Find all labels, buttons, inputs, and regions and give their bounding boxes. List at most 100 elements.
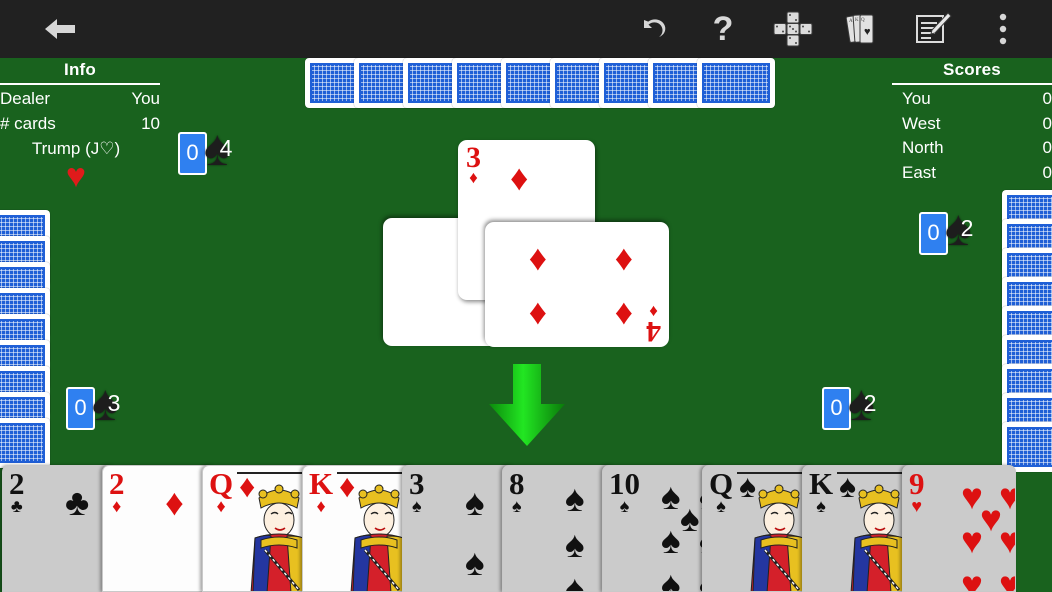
hand-card-corner: 2 ♦ [109, 468, 125, 515]
info-panel: Info Dealer You # cards 10 Trump (J♡) ♥ [0, 60, 160, 195]
hand-card[interactable]: 9♥♥♥♥♥♥♥♥ [902, 465, 1016, 592]
trick-card-east-pip: ♦ [614, 241, 633, 282]
score-you-value: 0 [1042, 89, 1052, 108]
hand-card-corner: 8 ♠ [509, 466, 525, 515]
east-tricks-count: 0 [919, 211, 948, 255]
table-layout-icon [773, 11, 813, 47]
trick-card-east: 4 ♦ ♦ ♦ ♦ ♦ [485, 222, 669, 348]
sort-hand-button[interactable]: ♥ AKQ [830, 0, 896, 58]
hand-card-pip: ♥ [980, 498, 1002, 539]
trick-card-north-corner: 3 ♦ [466, 141, 481, 186]
score-west-value: 0 [1042, 113, 1052, 133]
overflow-menu-button[interactable] [970, 0, 1036, 58]
hand-card-corner: 3 ♠ [409, 468, 425, 515]
hand-card-pip: ♥ [961, 564, 983, 592]
trick-card-west-suit: ♦ [549, 299, 559, 319]
trick-card-east-suit: ♦ [649, 302, 658, 322]
hand-card-pip: ♠ [565, 568, 585, 592]
east-bid-value: 2 [960, 215, 974, 241]
svg-text:Q: Q [861, 18, 865, 23]
west-bid: ♠ 3 [92, 378, 136, 432]
hand-card-rank: 10 [609, 466, 640, 501]
top-toolbar: ? ♥ A K Q [0, 0, 1052, 58]
hand-card-rank: 8 [509, 466, 525, 501]
svg-text:♥: ♥ [864, 26, 871, 38]
hand-card-rank: Q [209, 466, 234, 501]
info-numcards-label: # cards [0, 113, 56, 133]
hand-card-court-suit: ♠ [839, 468, 856, 504]
hand-card[interactable]: 2 ♣ ♣ [2, 465, 116, 592]
badge-east[interactable]: 0 ♠ 2 [919, 203, 989, 257]
trick-card-west-corner: A ♦ [543, 299, 565, 345]
hand-card-corner: K ♠ [809, 466, 834, 515]
hand-card-pip: ♣ [65, 482, 90, 523]
trick-card-north-rank: 3 [466, 141, 481, 174]
info-dealer-value: You [131, 89, 160, 108]
you-bid-value: 2 [863, 390, 877, 416]
score-east-label: East [902, 162, 937, 182]
score-north-label: North [902, 138, 944, 158]
north-bid: ♠ 4 [204, 123, 248, 177]
score-west-label: West [902, 113, 941, 133]
scorepad-button[interactable] [900, 0, 966, 58]
score-row-you: You 0 [892, 87, 1052, 112]
hand-card-court-suit: ♠ [739, 468, 756, 504]
card-back-pattern [1004, 424, 1052, 470]
badge-west[interactable]: 0 ♠ 3 [66, 378, 136, 432]
info-numcards-value: 10 [141, 113, 160, 133]
hand-card[interactable]: Q ♦ ♦ [202, 465, 316, 592]
badge-north[interactable]: 0 ♠ 4 [178, 123, 248, 177]
hand-card-pip: ♠ [661, 520, 681, 561]
score-north-value: 0 [1042, 138, 1052, 158]
undo-button[interactable] [620, 0, 686, 58]
hand-card-rank: 2 [9, 466, 25, 501]
card-back-north [697, 58, 775, 108]
scores-panel: Scores You 0 West 0 North 0 East 0 [892, 60, 1052, 186]
badge-you[interactable]: 0 ♠ 2 [822, 378, 892, 432]
hand-card-corner: 2 ♣ [9, 466, 25, 515]
hand-card-rank: K [309, 466, 334, 501]
card-back-pattern [699, 60, 773, 106]
score-row-east: East 0 [892, 161, 1052, 186]
you-bid: ♠ 2 [848, 378, 892, 432]
help-icon: ? [712, 10, 734, 48]
hand-card[interactable]: K ♠ ♠ [802, 465, 916, 592]
turn-arrow-down-icon [486, 362, 568, 453]
info-row-numcards: # cards 10 [0, 112, 160, 137]
trick-card-east-pip: ♦ [528, 295, 547, 336]
north-bid-value: 4 [219, 135, 233, 161]
trick-card-east-pip: ♦ [614, 295, 633, 336]
score-east-value: 0 [1042, 162, 1052, 182]
hand-card-pip: ♠ [680, 498, 700, 539]
hand-card-pip: ♠ [661, 476, 681, 517]
overflow-menu-icon [999, 13, 1007, 45]
info-dealer-label: Dealer [0, 89, 51, 108]
you-tricks-count: 0 [822, 386, 851, 430]
hand-card-pip: ♠ [465, 542, 485, 583]
hand-card-pip: ♦ [165, 482, 184, 523]
hand-card[interactable]: Q ♠ ♠ [702, 465, 816, 592]
trump-suit-icon: ♥ [65, 156, 87, 195]
hand-card-pip: ♥ [999, 566, 1015, 591]
trick-card-west-rank: A [543, 312, 565, 345]
hand-card-court-suit: ♦ [339, 468, 356, 504]
back-button[interactable] [0, 16, 120, 42]
hand-card-rank: K [809, 466, 834, 501]
hand-card-corner: Q ♠ [709, 468, 733, 515]
hand-card[interactable]: 3 ♠ ♠ ♠ [402, 465, 516, 592]
hand-card[interactable]: 2 ♦ ♦ [102, 465, 216, 592]
east-bid: ♠ 2 [945, 203, 989, 257]
hand-card-pip: ♠ [565, 524, 585, 565]
trick-card-east-corner: 4 ♦ [646, 302, 661, 348]
game-screen: ? ♥ A K Q Info Dealer You # cards 10 Tru… [0, 0, 1052, 592]
hand-card[interactable]: 10♠♠♠♠♠♠♠♠ [602, 465, 716, 592]
west-bid-value: 3 [107, 390, 121, 416]
scores-panel-title: Scores [943, 60, 1001, 79]
hand-card[interactable]: 8 ♠ ♠ ♠ ♠ [502, 465, 616, 592]
help-button[interactable]: ? [690, 0, 756, 58]
trick-card-west: A ♦ [383, 218, 573, 346]
table-layout-button[interactable] [760, 0, 826, 58]
score-you-label: You [902, 89, 931, 108]
svg-text:K: K [855, 18, 859, 23]
hand-card[interactable]: K ♦ ♦ [302, 465, 416, 592]
